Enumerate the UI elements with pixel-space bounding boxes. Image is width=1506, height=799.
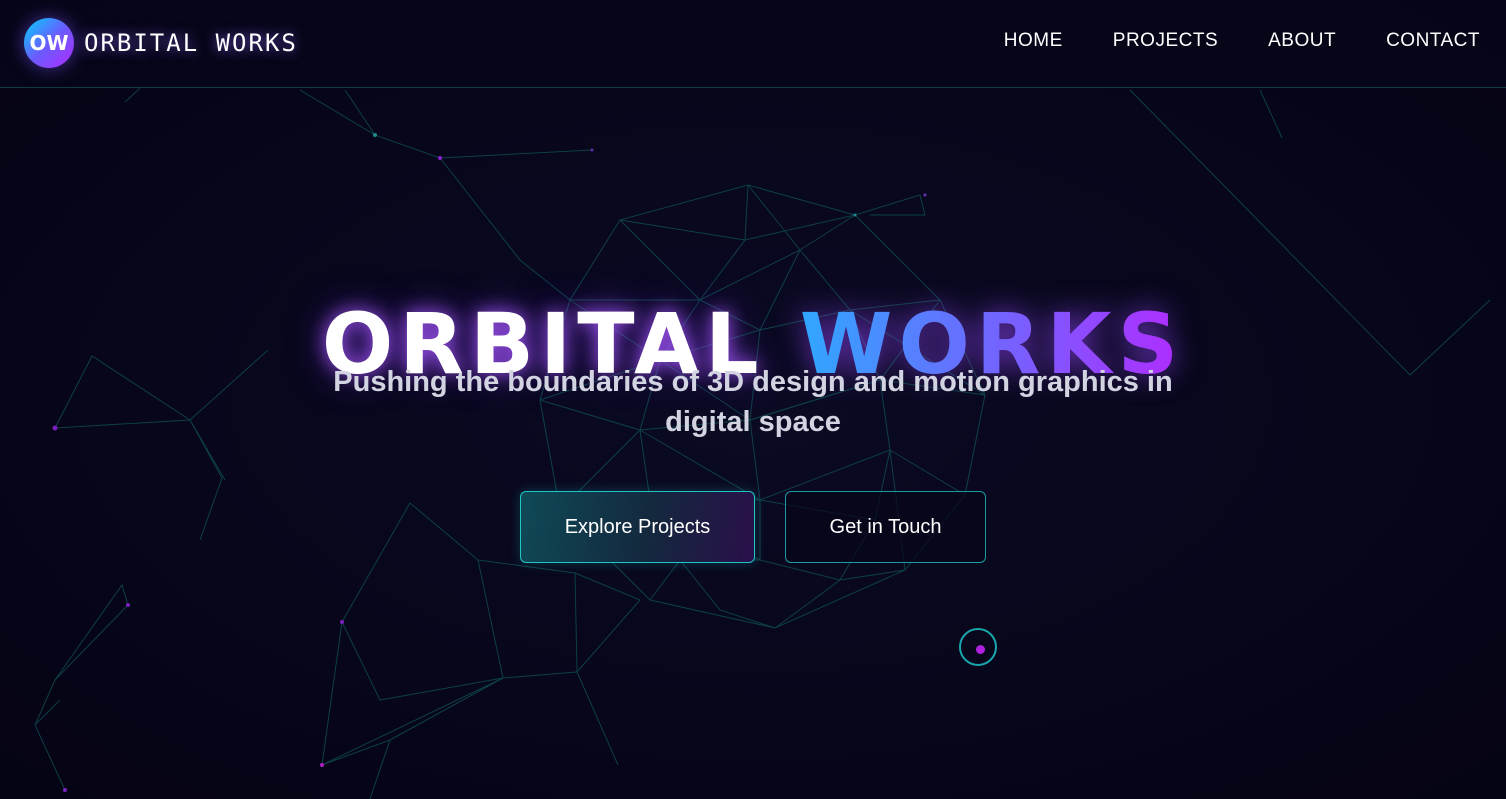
- nav-contact[interactable]: CONTACT: [1386, 30, 1480, 52]
- cursor-dot-icon: [976, 645, 985, 654]
- nav-home[interactable]: HOME: [1004, 30, 1063, 52]
- explore-projects-button[interactable]: Explore Projects: [520, 491, 755, 563]
- top-navbar: OW ORBITAL WORKS HOME PROJECTS ABOUT CON…: [0, 0, 1506, 88]
- main-nav: HOME PROJECTS ABOUT CONTACT: [1004, 30, 1480, 52]
- logo-badge: OW: [24, 18, 74, 68]
- nav-projects[interactable]: PROJECTS: [1113, 30, 1218, 52]
- get-in-touch-button[interactable]: Get in Touch: [785, 491, 986, 563]
- logo-text: ORBITAL WORKS: [84, 29, 298, 57]
- logo-link[interactable]: OW ORBITAL WORKS: [24, 18, 298, 68]
- hero-subtitle: Pushing the boundaries of 3D design and …: [333, 366, 1173, 438]
- nav-about[interactable]: ABOUT: [1268, 30, 1336, 52]
